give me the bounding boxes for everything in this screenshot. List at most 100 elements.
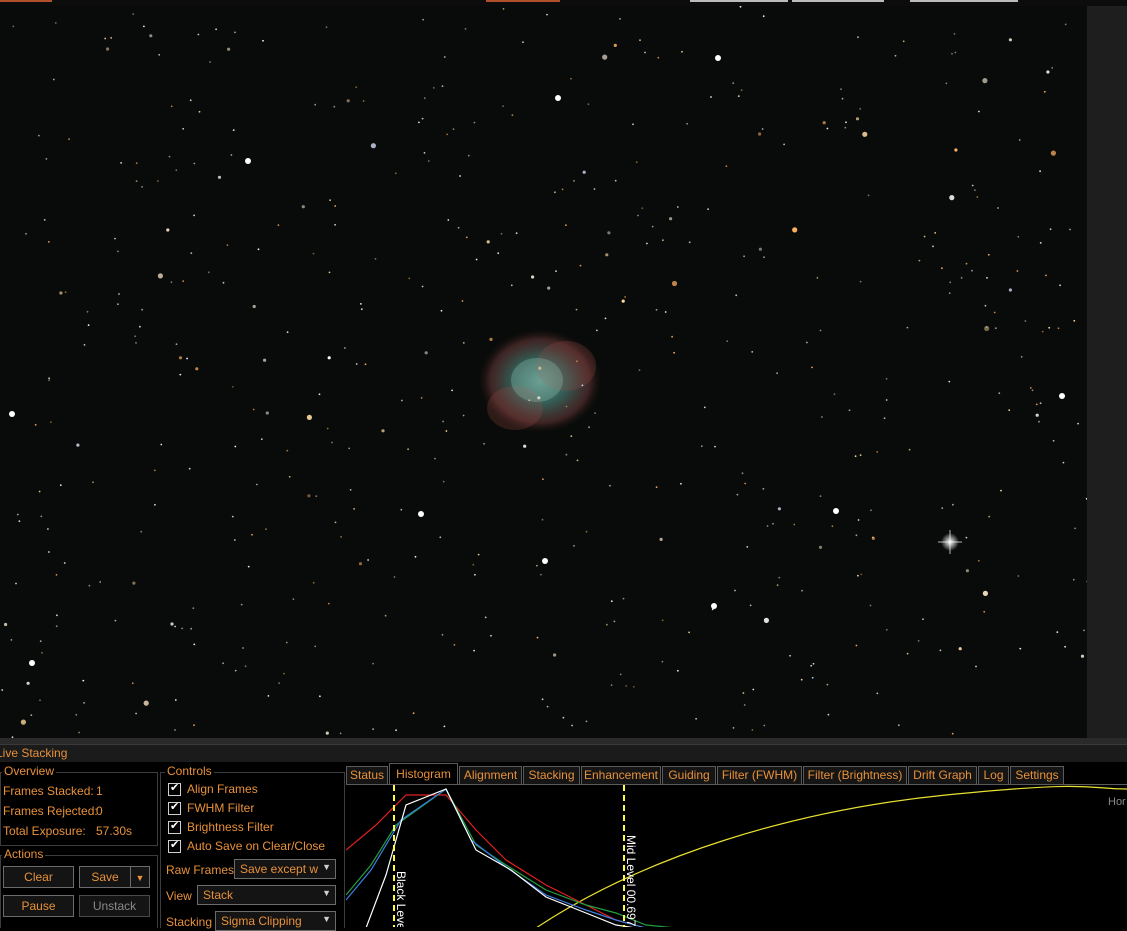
- star: [855, 644, 858, 647]
- histogram-graph[interactable]: Black Level Mid Level 00.697 Hor: [346, 785, 1127, 927]
- tab-enhancement[interactable]: Enhancement: [581, 766, 661, 785]
- star: [588, 426, 590, 429]
- unstack-button[interactable]: Unstack: [79, 895, 150, 917]
- save-button[interactable]: Save: [79, 866, 131, 888]
- star: [632, 123, 634, 126]
- histogram-panel[interactable]: Black Level Mid Level 00.697 Hor: [346, 784, 1127, 927]
- star: [265, 528, 267, 530]
- star: [688, 241, 691, 244]
- star: [986, 277, 988, 279]
- star: [570, 77, 572, 80]
- checkbox-box[interactable]: ✔: [168, 801, 181, 815]
- star: [700, 445, 703, 448]
- tab-guiding[interactable]: Guiding: [662, 766, 716, 785]
- star: [811, 366, 813, 369]
- star: [48, 379, 50, 382]
- check-icon: ✔: [170, 801, 180, 813]
- star: [983, 610, 986, 613]
- image-scroll-gutter[interactable]: [1087, 6, 1127, 738]
- star: [314, 103, 317, 106]
- star: [655, 308, 658, 311]
- star: [971, 184, 974, 187]
- star: [644, 51, 646, 54]
- stacking-select[interactable]: Sigma Clipping ▼: [215, 911, 336, 931]
- star: [542, 478, 544, 481]
- top-strip-button[interactable]: [690, 0, 788, 2]
- star: [885, 377, 888, 380]
- star: [932, 245, 934, 248]
- star: [538, 366, 542, 370]
- star: [502, 8, 505, 10]
- tab-status[interactable]: Status: [346, 766, 388, 785]
- star: [464, 28, 467, 30]
- star: [353, 508, 355, 510]
- star: [209, 61, 212, 63]
- star: [489, 337, 493, 341]
- star: [954, 148, 958, 152]
- star: [1074, 527, 1076, 530]
- star: [170, 105, 173, 108]
- tab-filter-fwhm[interactable]: Filter (FWHM): [717, 766, 802, 785]
- star: [222, 281, 225, 284]
- black-level-label: Black Level: [394, 871, 408, 927]
- star: [99, 581, 102, 583]
- star: [637, 214, 639, 217]
- star: [869, 604, 872, 607]
- view-select[interactable]: Stack ▼: [197, 885, 336, 905]
- top-strip-button[interactable]: [792, 0, 884, 2]
- raw-frames-select[interactable]: Save except w ▼: [234, 859, 336, 879]
- star: [38, 134, 40, 137]
- star: [763, 256, 765, 259]
- pause-button[interactable]: Pause: [3, 895, 74, 917]
- star: [625, 685, 628, 687]
- star: [408, 277, 411, 280]
- stacked-image-view[interactable]: [0, 6, 1087, 738]
- star: [424, 351, 428, 355]
- star: [661, 660, 664, 663]
- star: [143, 25, 145, 28]
- star: [421, 117, 424, 120]
- checkbox-box[interactable]: ✔: [168, 839, 181, 853]
- star: [1008, 38, 1013, 42]
- actions-group: Actions Clear Save ▼ Pause Unstack: [0, 847, 158, 928]
- star: [26, 681, 30, 685]
- tab-histogram[interactable]: Histogram: [389, 763, 458, 785]
- star: [120, 162, 122, 164]
- star: [327, 356, 331, 360]
- star: [83, 344, 86, 346]
- star: [783, 143, 785, 146]
- star: [245, 158, 251, 164]
- tab-filter-brightness[interactable]: Filter (Brightness): [803, 766, 907, 785]
- tab-log[interactable]: Log: [978, 766, 1009, 785]
- checkbox-box[interactable]: ✔: [168, 820, 181, 834]
- tab-settings[interactable]: Settings: [1010, 766, 1064, 785]
- checkbox-label: Align Frames: [187, 782, 258, 796]
- star: [565, 224, 567, 227]
- star: [714, 445, 716, 448]
- clear-button[interactable]: Clear: [3, 866, 74, 888]
- star: [472, 563, 475, 566]
- star: [673, 351, 675, 354]
- top-strip-button[interactable]: [0, 0, 52, 2]
- top-strip-button[interactable]: [486, 0, 560, 2]
- star: [555, 270, 557, 272]
- tab-alignment[interactable]: Alignment: [459, 766, 522, 785]
- tab-drift-graph[interactable]: Drift Graph: [908, 766, 977, 785]
- top-strip-button[interactable]: [910, 0, 1018, 2]
- star: [360, 308, 363, 311]
- star: [40, 515, 43, 518]
- tab-stacking[interactable]: Stacking: [523, 766, 580, 785]
- star: [473, 649, 475, 652]
- overview-group: Overview Frames Stacked: 1 Frames Reject…: [0, 764, 158, 846]
- checkbox-box[interactable]: ✔: [168, 782, 181, 796]
- star: [82, 679, 85, 682]
- star: [141, 308, 144, 311]
- star: [292, 598, 295, 600]
- overview-legend: Overview: [2, 764, 57, 778]
- star: [251, 533, 253, 536]
- save-dropdown-button[interactable]: ▼: [130, 866, 150, 888]
- star: [230, 154, 233, 156]
- star: [135, 712, 138, 715]
- star: [541, 518, 544, 521]
- star: [139, 325, 141, 328]
